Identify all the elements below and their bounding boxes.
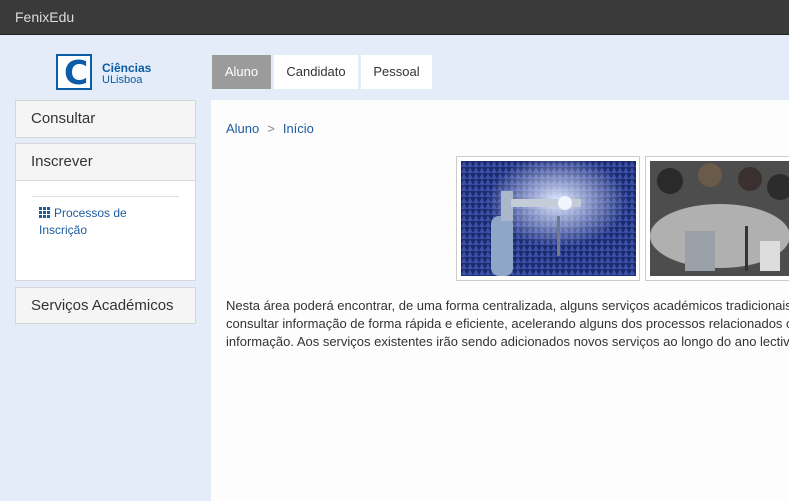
breadcrumb-inicio[interactable]: Início (283, 121, 314, 136)
tab-candidato[interactable]: Candidato (274, 55, 358, 89)
sidebar-panel-consultar: Consultar (15, 100, 196, 138)
intro-text-line1: Nesta área poderá encontrar, de uma form… (226, 298, 789, 313)
breadcrumb: Aluno > Início (226, 121, 314, 136)
intro-text-line2: consultar informação de forma rápida e e… (226, 316, 789, 331)
sidebar-panel-inscrever: Inscrever Processos de Inscrição (15, 143, 196, 281)
sidebar-item-servicos-academicos[interactable]: Serviços Académicos (16, 288, 195, 324)
processos-inscricao-link[interactable]: Processos de Inscrição (39, 205, 169, 239)
tab-pessoal[interactable]: Pessoal (361, 55, 432, 89)
brand-name[interactable]: FenixEdu (15, 9, 74, 25)
breadcrumb-separator: > (267, 121, 275, 136)
breadcrumb-aluno[interactable]: Aluno (226, 121, 259, 136)
processos-label-line2: Inscrição (39, 223, 88, 237)
logo-text-line2: ULisboa (102, 74, 143, 86)
divider (32, 196, 179, 197)
sidebar-panel-servicos: Serviços Académicos (15, 287, 196, 324)
logo-letter: C (64, 53, 89, 92)
processos-label-line1: Processos de (54, 206, 127, 220)
sidebar-item-consultar[interactable]: Consultar (16, 101, 195, 137)
grid-icon (39, 206, 50, 218)
photo-lab-demonstration (645, 156, 789, 281)
photo-anechoic-chamber (456, 156, 640, 281)
top-navbar: FenixEdu (0, 0, 789, 35)
logo-mark: C (56, 53, 92, 92)
university-logo[interactable]: C Ciências ULisboa (56, 54, 166, 94)
sidebar-submenu-inscrever: Processos de Inscrição (16, 180, 195, 280)
sidebar-item-inscrever[interactable]: Inscrever (16, 144, 195, 180)
intro-text: Nesta área poderá encontrar, de uma form… (226, 297, 789, 351)
main-content: Aluno > Início Nesta área poderá encontr… (211, 100, 789, 501)
tab-aluno[interactable]: Aluno (212, 55, 271, 89)
intro-text-line3: informação. Aos serviços existentes irão… (226, 334, 789, 349)
